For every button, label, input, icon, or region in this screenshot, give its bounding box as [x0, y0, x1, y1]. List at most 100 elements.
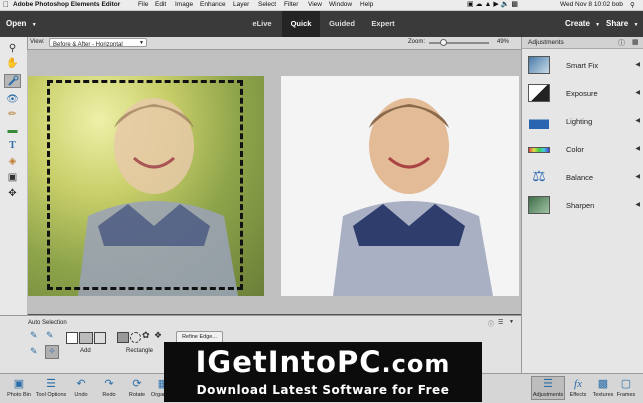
smart-fix-icon	[528, 56, 550, 74]
share-label: Share	[606, 19, 629, 28]
frames-label: Frames	[616, 392, 636, 398]
hand-tool-icon[interactable]: ✋	[4, 56, 21, 70]
zoom-slider[interactable]	[429, 39, 489, 46]
adjustment-label: Lighting	[566, 117, 593, 126]
menu-help[interactable]: Help	[360, 1, 373, 8]
watermark-title: IGetIntoPC.com	[164, 345, 482, 381]
adjustments-panel-button[interactable]: ☰ Adjustments	[531, 376, 565, 400]
crop-tool-icon[interactable]: ▣	[4, 170, 21, 184]
app-name-menu[interactable]: Adobe Photoshop Elements Editor	[13, 1, 120, 8]
photo-bin-button[interactable]: ▣ Photo Bin	[2, 377, 36, 398]
menubar-clock[interactable]: Wed Nov 8 10:02	[560, 1, 610, 8]
type-tool-icon[interactable]: T	[4, 138, 21, 152]
canvas-area[interactable]	[27, 50, 521, 314]
rectangle-shape-icon[interactable]	[117, 332, 129, 343]
menu-image[interactable]: Image	[175, 1, 193, 8]
menu-enhance[interactable]: Enhance	[200, 1, 226, 8]
chevron-right-icon: ◀	[635, 146, 640, 152]
whiten-teeth-tool-icon[interactable]: ✏	[4, 107, 21, 121]
collapse-icon[interactable]: ▼	[509, 319, 514, 325]
color-icon	[528, 147, 550, 153]
subtract-selection-icon[interactable]	[94, 332, 106, 344]
magic-shape-icon[interactable]: ❖	[154, 330, 162, 341]
exposure-icon	[528, 84, 550, 102]
adjustment-color[interactable]: Color ◀	[522, 137, 643, 164]
create-label: Create	[565, 19, 590, 28]
sharpen-icon	[528, 196, 550, 214]
menu-layer[interactable]: Layer	[233, 1, 249, 8]
adjustment-sharpen[interactable]: Sharpen ◀	[522, 193, 643, 220]
child-photo-after	[333, 98, 493, 296]
chevron-right-icon: ◀	[635, 118, 640, 124]
menu-filter[interactable]: Filter	[284, 1, 298, 8]
watermark-banner: IGetIntoPC.com Download Latest Software …	[164, 342, 482, 402]
menubar-status-icons[interactable]: ▣ ☁ ▲ ▶ 🔈 ▩	[467, 0, 518, 8]
tool-options-button[interactable]: ☰ Tool Options	[34, 377, 68, 398]
spot-healing-tool-icon[interactable]: ▬	[4, 123, 21, 137]
chevron-down-icon: ▼	[139, 40, 144, 46]
toolbox: ⚲ ✋ 👁 ✏ ▬ T ◈ ▣ ✥	[0, 37, 28, 315]
options-menu-icon[interactable]: ☰	[498, 319, 503, 326]
adjustments-label: Adjustments	[532, 392, 564, 398]
zoom-tool-icon[interactable]: ⚲	[4, 41, 21, 55]
selection-brush-icon[interactable]: ✎	[30, 330, 42, 342]
chevron-down-icon: ▼	[633, 22, 639, 28]
system-menubar:  Adobe Photoshop Elements Editor File E…	[0, 0, 643, 11]
adjustment-label: Smart Fix	[566, 61, 599, 70]
ellipse-shape-icon[interactable]	[130, 332, 141, 343]
tab-guided[interactable]: Guided	[322, 11, 362, 37]
adjustment-balance[interactable]: ⚖ Balance ◀	[522, 165, 643, 192]
menu-edit[interactable]: Edit	[155, 1, 166, 8]
quick-selection-tool-icon[interactable]	[4, 74, 21, 88]
tool-options-title: Auto Selection	[28, 320, 67, 326]
panel-header: Adjustments ⓘ ▦	[522, 37, 643, 49]
frames-icon: ▢	[620, 378, 632, 390]
spotlight-icon[interactable]: ⚲	[630, 1, 635, 9]
adjustment-exposure[interactable]: Exposure ◀	[522, 81, 643, 108]
chevron-right-icon: ◀	[635, 90, 640, 96]
auto-selection-icon[interactable]: ✧	[45, 345, 59, 359]
new-selection-icon[interactable]	[66, 332, 78, 344]
panel-title: Adjustments	[528, 39, 564, 46]
apple-icon[interactable]: 	[3, 0, 9, 9]
adjustment-label: Color	[566, 145, 584, 154]
refine-brush-icon[interactable]: ✎	[30, 346, 42, 358]
adjustment-smart-fix[interactable]: Smart Fix ◀	[522, 53, 643, 80]
share-button[interactable]: Share ▼	[606, 19, 638, 28]
help-icon[interactable]: ⓘ	[618, 38, 625, 48]
chevron-down-icon: ▼	[31, 22, 37, 28]
view-mode-select[interactable]: Before & After - Horizontal ▼	[49, 38, 147, 48]
selection-marquee	[47, 80, 243, 290]
balance-icon: ⚖	[532, 168, 546, 185]
help-icon[interactable]: ⓘ	[488, 319, 494, 328]
open-label: Open	[6, 19, 27, 28]
after-photo[interactable]	[281, 76, 519, 296]
add-selection-icon[interactable]	[79, 332, 93, 344]
photo-bin-label: Photo Bin	[7, 392, 31, 398]
move-tool-icon[interactable]: ✥	[4, 186, 21, 200]
menu-select[interactable]: Select	[258, 1, 276, 8]
adjustments-panel: Adjustments ⓘ ▦ Smart Fix ◀ Exposure ◀ L…	[521, 37, 643, 373]
menubar-user[interactable]: bob	[612, 1, 623, 8]
lasso-shape-icon[interactable]: ✿	[142, 330, 150, 341]
open-button[interactable]: Open ▼	[6, 19, 40, 31]
view-options-bar: View: Before & After - Horizontal ▼ Zoom…	[27, 37, 521, 50]
watermark-tagline: Download Latest Software for Free	[196, 383, 450, 397]
tab-quick[interactable]: Quick	[282, 11, 320, 37]
zoom-slider-thumb[interactable]	[440, 39, 448, 46]
menu-view[interactable]: View	[308, 1, 322, 8]
eraser-tool-icon[interactable]: ◈	[4, 154, 21, 168]
grid-view-icon[interactable]: ▦	[632, 38, 639, 46]
adjustment-lighting[interactable]: Lighting ◀	[522, 109, 643, 136]
zoom-label: Zoom:	[408, 39, 426, 45]
quick-select-icon[interactable]: ✎	[46, 330, 58, 342]
before-photo[interactable]	[28, 76, 264, 296]
tab-expert[interactable]: Expert	[364, 11, 402, 37]
create-button[interactable]: Create ▼	[565, 19, 600, 28]
tab-elive[interactable]: eLive	[244, 11, 280, 37]
adjustments-icon: ☰	[543, 378, 553, 390]
menu-window[interactable]: Window	[329, 1, 352, 8]
red-eye-tool-icon[interactable]: 👁	[4, 92, 21, 106]
frames-button[interactable]: ▢ Frames	[611, 377, 641, 398]
menu-file[interactable]: File	[138, 1, 148, 8]
